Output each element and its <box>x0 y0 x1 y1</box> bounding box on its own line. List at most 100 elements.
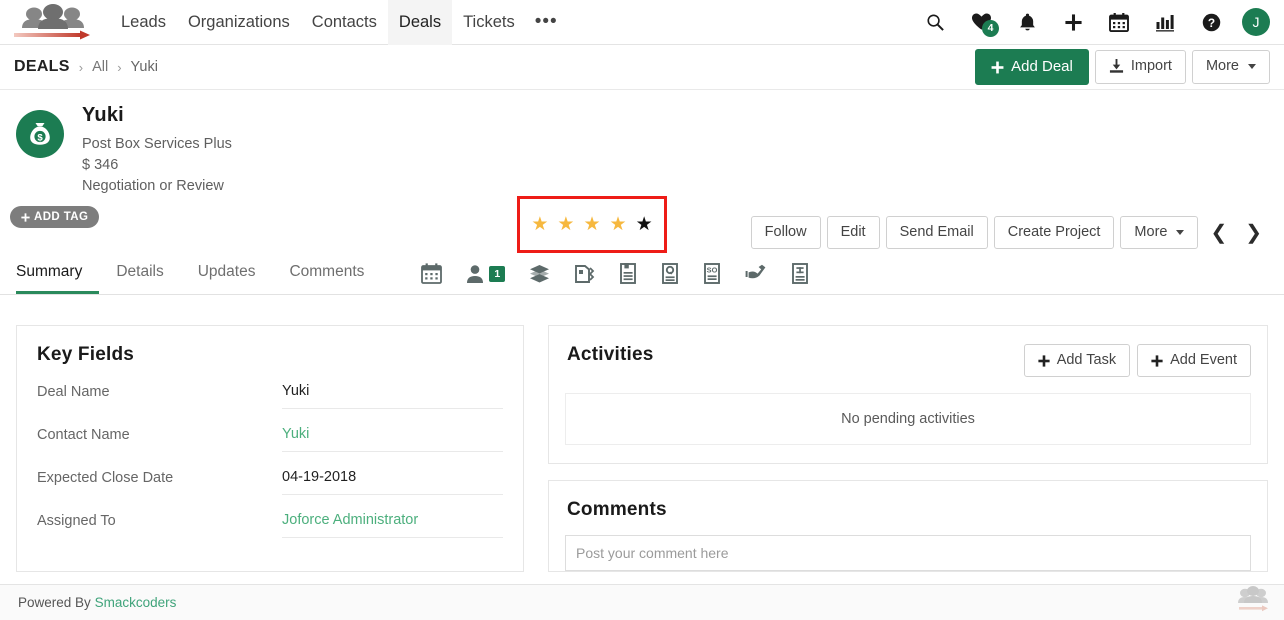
plus-icon <box>21 213 30 222</box>
invoice-tab-icon[interactable] <box>779 263 821 294</box>
search-icon[interactable] <box>912 0 958 45</box>
calendar-tab-icon[interactable] <box>409 263 454 294</box>
key-field-label: Expected Close Date <box>37 470 282 495</box>
breadcrumb-separator: › <box>117 60 121 75</box>
breadcrumb-bar: DEALS › All › Yuki Add Deal Import More <box>0 45 1284 90</box>
record-more-button[interactable]: More <box>1120 216 1198 249</box>
key-field-label: Deal Name <box>37 384 282 409</box>
services-tab-icon[interactable] <box>733 264 779 294</box>
documents-tab-icon[interactable] <box>607 263 649 294</box>
tab-summary[interactable]: Summary <box>16 264 99 295</box>
record-stage: Negotiation or Review <box>82 176 232 197</box>
nav-more-ellipsis-icon[interactable]: ••• <box>526 3 567 41</box>
comment-input[interactable] <box>565 535 1251 571</box>
nav-link-leads[interactable]: Leads <box>110 0 177 45</box>
breadcrumb-root[interactable]: DEALS <box>14 58 70 76</box>
plus-icon <box>1038 355 1050 367</box>
nav-link-tickets[interactable]: Tickets <box>452 0 526 45</box>
add-task-button[interactable]: Add Task <box>1024 344 1130 377</box>
star-3[interactable]: ★ <box>583 215 600 234</box>
star-5[interactable]: ★ <box>636 215 653 234</box>
chevron-down-icon <box>1176 230 1184 235</box>
activities-panel: Activities Add Task Add Event No pending… <box>548 325 1268 464</box>
sales-order-tab-icon[interactable]: SO <box>691 263 733 294</box>
edit-button[interactable]: Edit <box>827 216 880 249</box>
activities-title: Activities <box>567 344 653 366</box>
top-navigation-bar: Leads Organizations Contacts Deals Ticke… <box>0 0 1284 45</box>
quote-record-tab-icon[interactable] <box>649 263 691 294</box>
page-more-label: More <box>1206 58 1239 75</box>
footer-brand-link[interactable]: Smackcoders <box>95 595 177 610</box>
key-field-row: Deal Name Yuki <box>37 383 503 409</box>
svg-text:SO: SO <box>707 266 718 275</box>
create-project-button[interactable]: Create Project <box>994 216 1115 249</box>
key-fields-title: Key Fields <box>37 344 503 366</box>
add-deal-button[interactable]: Add Deal <box>975 49 1089 85</box>
record-tab-bar: Summary Details Updates Comments 1 SO <box>0 252 1284 295</box>
key-field-value-assigned-to[interactable]: Joforce Administrator <box>282 512 503 538</box>
key-field-row: Expected Close Date 04-19-2018 <box>37 469 503 495</box>
record-action-buttons: Follow Edit Send Email Create Project Mo… <box>751 216 1268 249</box>
main-nav-links: Leads Organizations Contacts Deals Ticke… <box>110 0 567 45</box>
svg-text:?: ? <box>1207 15 1214 29</box>
record-title: Yuki <box>82 104 232 127</box>
add-tag-button[interactable]: ADD TAG <box>10 206 99 228</box>
key-field-value-contact-name[interactable]: Yuki <box>282 426 503 452</box>
help-question-icon[interactable]: ? <box>1188 0 1234 45</box>
products-tab-icon[interactable] <box>517 264 562 294</box>
page-action-buttons: Add Deal Import More <box>975 49 1270 85</box>
nav-link-organizations[interactable]: Organizations <box>177 0 301 45</box>
star-1[interactable]: ★ <box>531 215 548 234</box>
import-button[interactable]: Import <box>1095 50 1186 83</box>
favorites-heart-icon[interactable]: 4 <box>958 0 1004 45</box>
summary-content: Key Fields Deal Name Yuki Contact Name Y… <box>0 295 1284 572</box>
follow-button[interactable]: Follow <box>751 216 821 249</box>
tab-details[interactable]: Details <box>99 264 180 295</box>
top-nav-icon-group: 4 ? J <box>912 0 1270 45</box>
comments-title: Comments <box>567 499 1251 521</box>
key-field-row: Contact Name Yuki <box>37 426 503 452</box>
record-info: Yuki Post Box Services Plus $ 346 Negoti… <box>82 104 232 197</box>
star-4[interactable]: ★ <box>610 215 627 234</box>
nav-link-deals[interactable]: Deals <box>388 0 452 45</box>
analytics-chart-icon[interactable] <box>1142 0 1188 45</box>
add-event-label: Add Event <box>1170 352 1237 369</box>
chevron-left-icon[interactable]: ❮ <box>1204 223 1233 243</box>
favorites-badge-count: 4 <box>982 20 999 37</box>
add-event-button[interactable]: Add Event <box>1137 344 1251 377</box>
key-fields-panel: Key Fields Deal Name Yuki Contact Name Y… <box>16 325 524 572</box>
breadcrumb-separator: › <box>79 60 83 75</box>
import-label: Import <box>1131 58 1172 75</box>
breadcrumb-item-current: Yuki <box>131 59 158 75</box>
send-email-button[interactable]: Send Email <box>886 216 988 249</box>
tab-updates[interactable]: Updates <box>181 264 273 295</box>
page-footer: Powered By Smackcoders <box>0 584 1284 620</box>
record-organization: Post Box Services Plus <box>82 134 232 155</box>
add-task-label: Add Task <box>1057 352 1116 369</box>
activities-empty-message: No pending activities <box>565 393 1251 445</box>
contacts-tab-badge: 1 <box>489 266 505 282</box>
star-rating-widget[interactable]: ★ ★ ★ ★ ★ <box>517 196 667 253</box>
chevron-right-icon[interactable]: ❯ <box>1239 223 1268 243</box>
page-more-button[interactable]: More <box>1192 50 1270 83</box>
svg-text:$: $ <box>37 133 43 144</box>
calendar-icon[interactable] <box>1096 0 1142 45</box>
right-column: Activities Add Task Add Event No pending… <box>548 325 1268 572</box>
contacts-tab-icon[interactable]: 1 <box>454 264 517 294</box>
star-2[interactable]: ★ <box>557 215 574 234</box>
notifications-bell-icon[interactable] <box>1004 0 1050 45</box>
chevron-down-icon <box>1248 64 1256 69</box>
add-plus-icon[interactable] <box>1050 0 1096 45</box>
user-avatar[interactable]: J <box>1242 8 1270 36</box>
nav-link-contacts[interactable]: Contacts <box>301 0 388 45</box>
comments-panel: Comments <box>548 480 1268 572</box>
footer-powered-by-label: Powered By <box>18 595 91 610</box>
breadcrumb-item-all[interactable]: All <box>92 59 108 75</box>
key-field-value-deal-name: Yuki <box>282 383 503 409</box>
record-header: $ Yuki Post Box Services Plus $ 346 Nego… <box>0 90 1284 197</box>
tab-comments[interactable]: Comments <box>272 264 381 295</box>
quotes-tab-icon[interactable] <box>562 264 607 294</box>
import-icon <box>1109 59 1124 74</box>
plus-icon <box>1151 355 1163 367</box>
joforce-logo[interactable] <box>10 4 96 40</box>
